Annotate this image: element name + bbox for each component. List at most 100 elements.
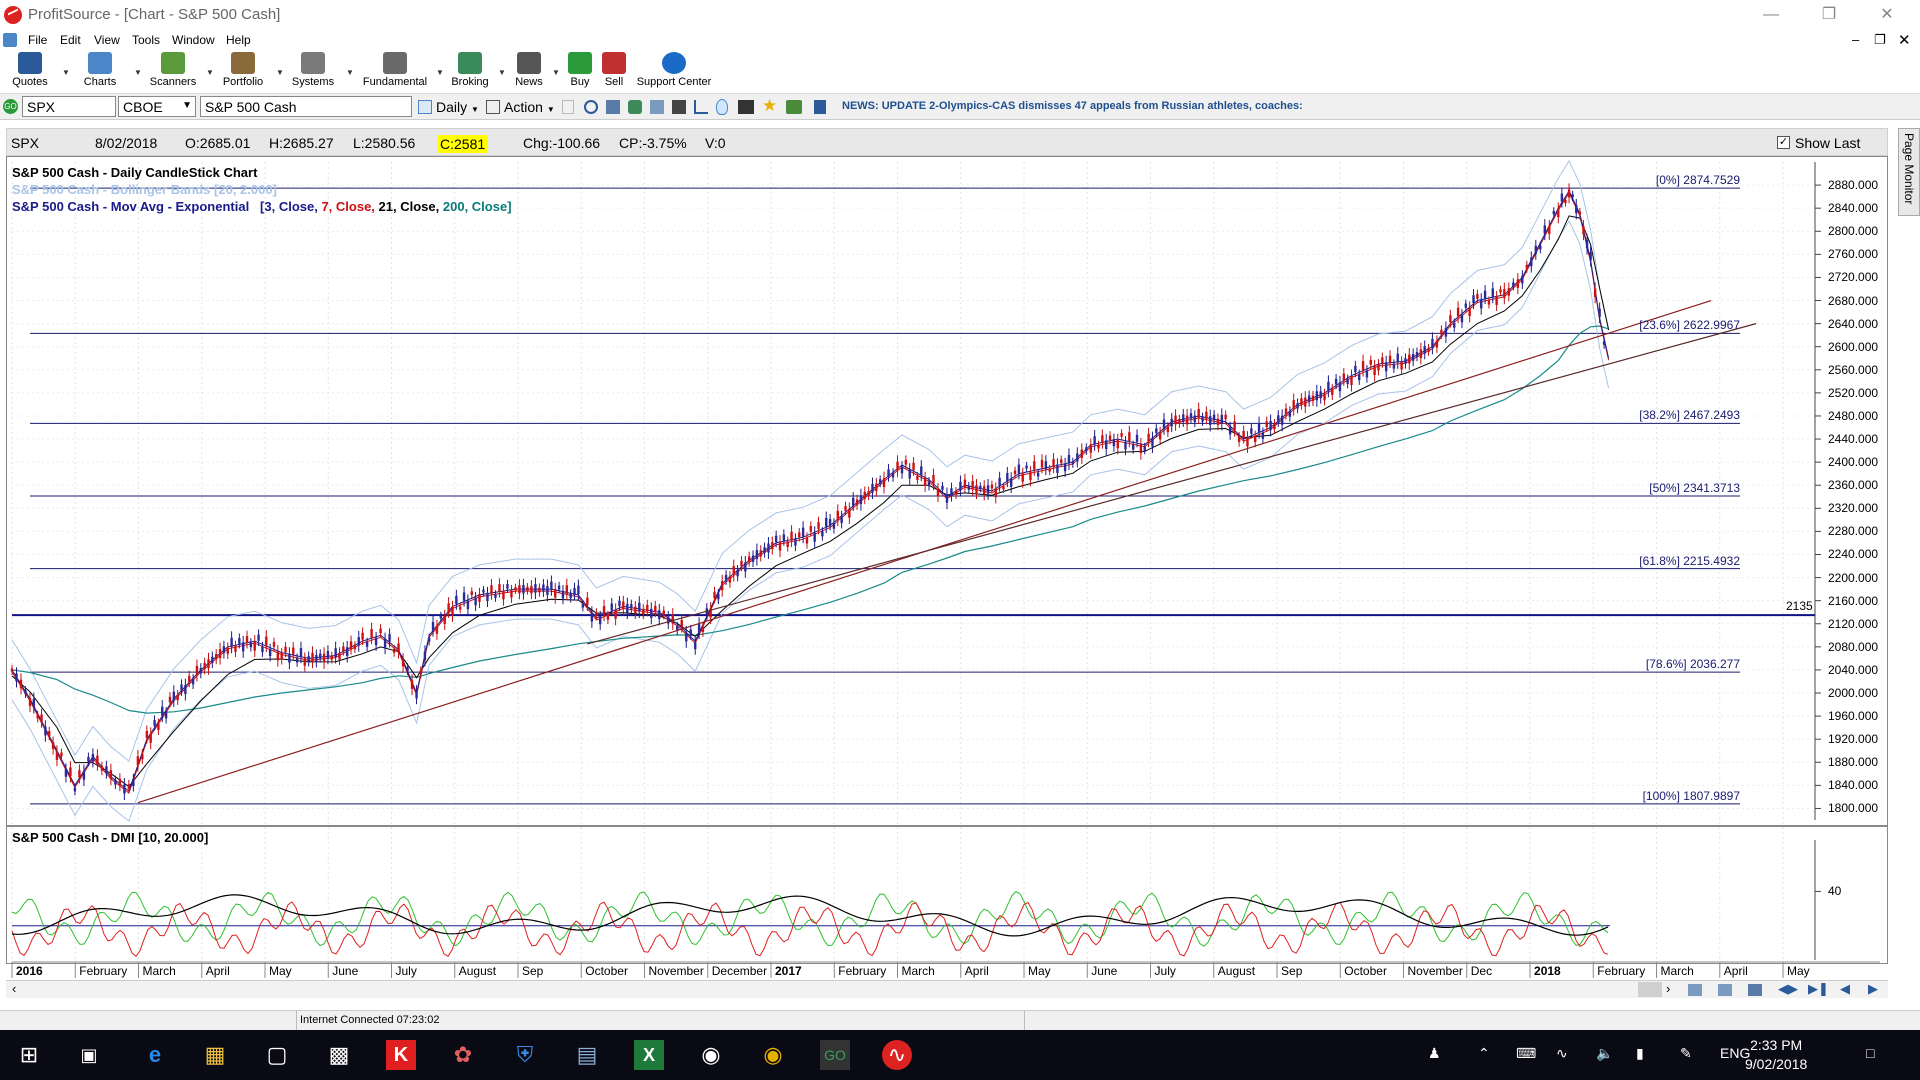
network-icon[interactable]: ∿: [1556, 1045, 1568, 1062]
candle-body: [211, 656, 214, 663]
pen-icon[interactable]: ✎: [1680, 1045, 1692, 1062]
candle-body: [222, 646, 226, 654]
candle-body: [245, 636, 249, 644]
candle-body: [1185, 415, 1189, 425]
candle-body: [397, 643, 400, 653]
candle-body: [149, 733, 152, 743]
candle-body: [1135, 434, 1139, 442]
candle-body: [1365, 370, 1369, 378]
zoom-in-icon[interactable]: [1688, 984, 1702, 996]
notifications-icon[interactable]: □: [1866, 1045, 1874, 1061]
candle-body: [1029, 472, 1032, 481]
candle-body: [1534, 245, 1538, 254]
candle-body: [1415, 351, 1419, 357]
k-app-icon[interactable]: K: [386, 1040, 416, 1070]
excel-icon[interactable]: X: [634, 1040, 664, 1070]
y-axis-tick-label: 2000.000: [1828, 686, 1879, 701]
candle-body: [1076, 453, 1079, 462]
shield-app-icon[interactable]: ⛨: [510, 1040, 540, 1070]
people-icon[interactable]: ♟: [1428, 1045, 1441, 1062]
candle-body: [176, 694, 179, 701]
candle-body: [280, 653, 283, 660]
candle-body: [1495, 297, 1498, 306]
candle-body: [1530, 257, 1533, 267]
candle-body: [1483, 290, 1487, 299]
candle-body: [1444, 327, 1448, 337]
candle-body: [1116, 439, 1119, 449]
step-forward-icon[interactable]: ▶: [1868, 981, 1878, 997]
candle-body: [1539, 245, 1542, 250]
candle-body: [1170, 418, 1173, 427]
candle-body: [338, 652, 341, 660]
store-icon[interactable]: ▢: [262, 1040, 292, 1070]
volume-icon[interactable]: 🔈: [1596, 1045, 1613, 1062]
edge-icon[interactable]: e: [140, 1040, 170, 1070]
candle-body: [1602, 341, 1606, 345]
file-explorer-icon[interactable]: ▦: [200, 1040, 230, 1070]
candle-body: [207, 659, 210, 669]
candle-body: [311, 652, 314, 662]
battery-icon[interactable]: ▮: [1636, 1045, 1644, 1062]
task-view-icon[interactable]: ▣: [74, 1040, 104, 1070]
candle-body: [241, 642, 245, 652]
folder-app-icon[interactable]: ▤: [572, 1040, 602, 1070]
fit-icon[interactable]: [1748, 984, 1762, 996]
candle-body: [51, 742, 55, 750]
candle-body: [1593, 288, 1597, 297]
candle-body: [459, 606, 462, 610]
keyboard-icon[interactable]: ⌨: [1516, 1045, 1536, 1062]
fib-level-label: [0%] 2874.7529: [1655, 173, 1740, 188]
candle-body: [936, 488, 940, 497]
candle-body: [1124, 441, 1127, 450]
chart-canvas[interactable]: [0, 0, 1920, 1010]
candle-body: [326, 651, 330, 659]
candle-body: [701, 626, 705, 633]
bird-app-icon[interactable]: ✿: [448, 1040, 478, 1070]
x-axis-label: April: [1723, 964, 1748, 978]
candle-body: [427, 637, 431, 642]
candle-body: [840, 516, 843, 524]
candle-body: [550, 581, 553, 590]
start-icon[interactable]: ⊞: [14, 1040, 44, 1070]
candle-body: [1296, 403, 1299, 409]
jump-end-icon[interactable]: ▶❚: [1808, 981, 1829, 997]
x-axis-label: 2018: [1534, 964, 1561, 978]
pan-icon[interactable]: ◀▶: [1778, 981, 1798, 997]
chart-horizontal-scrollbar[interactable]: ‹ › ◀▶ ▶❚ ◀ ▶: [6, 980, 1888, 998]
candle-body: [1097, 444, 1100, 449]
scroll-left-icon[interactable]: ‹: [12, 981, 16, 996]
go-app-icon[interactable]: GO: [820, 1040, 850, 1070]
camera-app-icon[interactable]: ◉: [696, 1040, 726, 1070]
profitsource-icon[interactable]: ∿: [882, 1040, 912, 1070]
ema-study-title: S&P 500 Cash - Mov Avg - Exponential [3,…: [12, 199, 512, 214]
candle-body: [1257, 423, 1261, 433]
candle-body: [292, 647, 295, 655]
candle-body: [10, 668, 14, 672]
scroll-right-icon[interactable]: ›: [1666, 981, 1670, 996]
scroll-thumb[interactable]: [1638, 982, 1662, 997]
zoom-out-icon[interactable]: [1718, 984, 1732, 996]
tray-expand-icon[interactable]: ⌃: [1478, 1045, 1490, 1062]
candle-body: [1578, 211, 1582, 215]
candle-body: [602, 606, 606, 615]
x-axis-label: July: [1154, 964, 1176, 978]
candle-body: [406, 667, 409, 672]
connection-status: Internet Connected 07:23:02: [300, 1014, 440, 1026]
candle-body: [365, 642, 369, 647]
chrome-icon[interactable]: ◉: [758, 1040, 788, 1070]
candle-body: [1381, 357, 1384, 364]
candle-body: [1319, 391, 1322, 399]
calculator-icon[interactable]: ▩: [324, 1040, 354, 1070]
candle-body: [1499, 289, 1502, 293]
candle-body: [790, 531, 793, 541]
y-axis-tick-label: 2760.000: [1828, 247, 1879, 262]
candle-body: [1350, 376, 1353, 386]
candle-body: [1431, 338, 1434, 348]
clock[interactable]: 2:33 PM 9/02/2018: [1745, 1036, 1807, 1074]
candle-body: [959, 481, 962, 491]
y-axis-tick-label: 2480.000: [1828, 408, 1879, 423]
step-back-icon[interactable]: ◀: [1840, 981, 1850, 997]
candle-body: [1567, 189, 1571, 198]
fib-level-label: [100%] 1807.9897: [1642, 788, 1740, 803]
candle-body: [1143, 446, 1146, 451]
